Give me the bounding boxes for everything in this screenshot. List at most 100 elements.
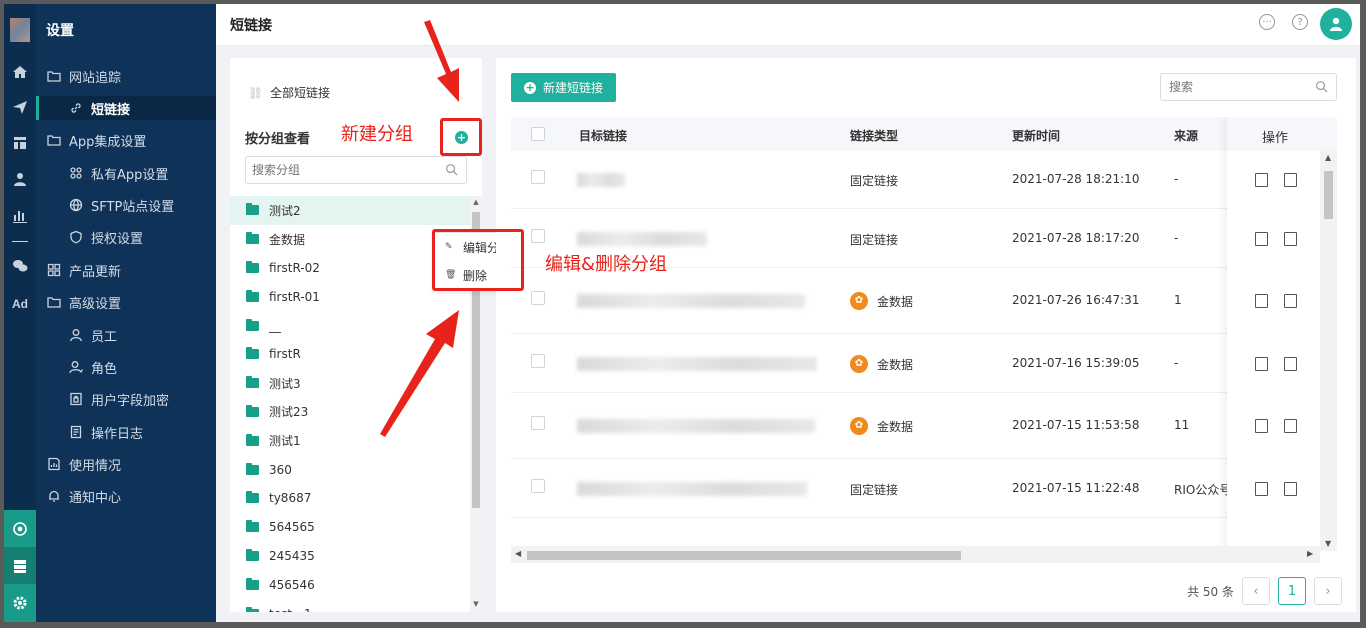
table-row[interactable]: 固定链接 2021-07-28 18:21:10 - bbox=[511, 151, 1337, 209]
nav-item[interactable]: 员工 bbox=[36, 323, 216, 347]
table-row[interactable]: ✿ 金数据 2021-07-26 16:47:31 1 bbox=[511, 268, 1337, 334]
scroll-down-icon[interactable]: ▼ bbox=[1325, 539, 1331, 548]
edit-link-icon[interactable] bbox=[1255, 231, 1268, 246]
redacted-target-link[interactable] bbox=[577, 173, 625, 187]
group-item[interactable]: 测试2 bbox=[230, 196, 482, 225]
group-item[interactable]: firstR bbox=[230, 340, 482, 369]
server-icon[interactable] bbox=[4, 547, 36, 585]
redacted-target-link[interactable] bbox=[577, 294, 805, 308]
nav-item[interactable]: 通知中心 bbox=[36, 484, 216, 508]
table-row[interactable]: ✿ 金数据 2021-07-16 15:39:05 - bbox=[511, 334, 1337, 393]
scroll-up-icon[interactable]: ▲ bbox=[1325, 153, 1331, 162]
all-links-item[interactable]: ⛓ 全部短链接 bbox=[248, 84, 330, 101]
group-search-input[interactable] bbox=[246, 157, 436, 183]
nav-item[interactable]: 角色 bbox=[36, 355, 216, 379]
target-icon[interactable] bbox=[4, 510, 36, 548]
column-updated: 更新时间 bbox=[1012, 129, 1061, 143]
wechat-icon[interactable] bbox=[10, 258, 30, 278]
row-checkbox[interactable] bbox=[531, 416, 545, 430]
group-item[interactable]: 245435 bbox=[230, 542, 482, 571]
group-item-label: __ bbox=[269, 318, 281, 333]
group-item[interactable]: test—1 bbox=[230, 599, 482, 612]
user-icon[interactable] bbox=[10, 171, 30, 191]
home-icon[interactable] bbox=[10, 64, 30, 84]
link-search[interactable] bbox=[1160, 73, 1337, 101]
nav-item[interactable]: SFTP站点设置 bbox=[36, 193, 216, 217]
redacted-target-link[interactable] bbox=[577, 356, 817, 371]
nav-item-label: 员工 bbox=[91, 329, 118, 345]
group-item[interactable]: 测试3 bbox=[230, 369, 482, 398]
group-item[interactable]: 456546 bbox=[230, 570, 482, 599]
folder-icon bbox=[46, 132, 62, 148]
row-checkbox[interactable] bbox=[531, 353, 545, 368]
prev-page-button[interactable]: ‹ bbox=[1242, 577, 1270, 605]
edit-link-icon[interactable] bbox=[1255, 481, 1268, 496]
redacted-target-link[interactable] bbox=[577, 231, 707, 246]
copy-icon[interactable] bbox=[1284, 173, 1297, 187]
nav-item[interactable]: 使用情况 bbox=[36, 452, 216, 476]
layout-icon[interactable] bbox=[10, 135, 30, 155]
select-all-checkbox[interactable] bbox=[531, 127, 545, 141]
nav-item[interactable]: 私有App设置 bbox=[36, 161, 216, 185]
edit-link-icon[interactable] bbox=[1255, 356, 1268, 371]
copy-icon[interactable] bbox=[1284, 231, 1297, 246]
scroll-up-icon[interactable]: ▲ bbox=[472, 198, 480, 206]
copy-icon[interactable] bbox=[1284, 294, 1297, 308]
copy-icon[interactable] bbox=[1284, 356, 1297, 371]
link-search-input[interactable] bbox=[1161, 74, 1311, 100]
group-heading: 按分组查看 bbox=[245, 132, 311, 147]
scroll-left-icon[interactable]: ◀ bbox=[515, 549, 521, 558]
group-item[interactable]: __ bbox=[230, 311, 482, 340]
page-button-current[interactable]: 1 bbox=[1278, 577, 1306, 605]
scrollbar-thumb[interactable] bbox=[527, 551, 961, 560]
help-icon[interactable]: ? bbox=[1292, 14, 1308, 30]
copy-icon[interactable] bbox=[1284, 481, 1297, 496]
nav-item[interactable]: 产品更新 bbox=[36, 258, 216, 282]
nav-item[interactable]: App集成设置 bbox=[36, 128, 216, 152]
row-checkbox[interactable] bbox=[531, 170, 545, 184]
nav-item[interactable]: 短链接 bbox=[36, 96, 216, 120]
scroll-down-icon[interactable]: ▼ bbox=[472, 600, 480, 608]
nav-item-label: 角色 bbox=[91, 361, 118, 377]
redacted-target-link[interactable] bbox=[577, 419, 815, 433]
nav-item-label: 用户字段加密 bbox=[91, 393, 170, 409]
table-row[interactable]: ✿ 金数据 2021-07-15 11:53:58 11 bbox=[511, 393, 1337, 459]
nav-title: 设置 bbox=[46, 23, 74, 39]
row-checkbox[interactable] bbox=[531, 478, 545, 493]
nav-item[interactable]: 用户字段加密 bbox=[36, 387, 216, 411]
nav-item-label: 高级设置 bbox=[69, 296, 122, 312]
rail-divider bbox=[12, 241, 28, 242]
next-page-button[interactable]: › bbox=[1314, 577, 1342, 605]
nav-item[interactable]: 高级设置 bbox=[36, 290, 216, 314]
column-type: 链接类型 bbox=[850, 129, 899, 143]
row-checkbox[interactable] bbox=[531, 228, 545, 243]
lock-doc-icon bbox=[68, 391, 84, 407]
group-item[interactable]: 测试1 bbox=[230, 426, 482, 455]
chat-icon[interactable]: ··· bbox=[1259, 14, 1275, 30]
table-row[interactable]: 固定链接 2021-07-15 11:22:48 RIO公众号 bbox=[511, 459, 1337, 518]
edit-link-icon[interactable] bbox=[1255, 173, 1268, 187]
table-horizontal-scrollbar[interactable]: ◀ ▶ bbox=[511, 546, 1320, 563]
copy-icon[interactable] bbox=[1284, 419, 1297, 433]
ad-icon[interactable]: Ad bbox=[10, 294, 30, 314]
nav-item[interactable]: 网站追踪 bbox=[36, 64, 216, 88]
nav-item[interactable]: 操作日志 bbox=[36, 420, 216, 444]
new-link-button[interactable]: + 新建短链接 bbox=[511, 73, 616, 102]
gear-icon[interactable] bbox=[4, 584, 36, 622]
group-search[interactable] bbox=[245, 156, 467, 184]
table-vertical-scrollbar[interactable]: ▲ ▼ bbox=[1320, 151, 1337, 551]
group-item[interactable]: ty8687 bbox=[230, 484, 482, 513]
group-item[interactable]: 测试23 bbox=[230, 398, 482, 427]
edit-link-icon[interactable] bbox=[1255, 419, 1268, 433]
row-checkbox[interactable] bbox=[531, 291, 545, 305]
edit-link-icon[interactable] bbox=[1255, 294, 1268, 308]
group-item[interactable]: 564565 bbox=[230, 513, 482, 542]
scroll-right-icon[interactable]: ▶ bbox=[1307, 549, 1313, 558]
send-icon[interactable] bbox=[10, 99, 30, 119]
group-item[interactable]: 360 bbox=[230, 455, 482, 484]
nav-item[interactable]: 授权设置 bbox=[36, 225, 216, 249]
avatar[interactable] bbox=[1320, 8, 1352, 40]
redacted-target-link[interactable] bbox=[577, 481, 807, 496]
scrollbar-thumb[interactable] bbox=[1324, 171, 1333, 219]
bar-chart-icon[interactable] bbox=[10, 207, 30, 227]
